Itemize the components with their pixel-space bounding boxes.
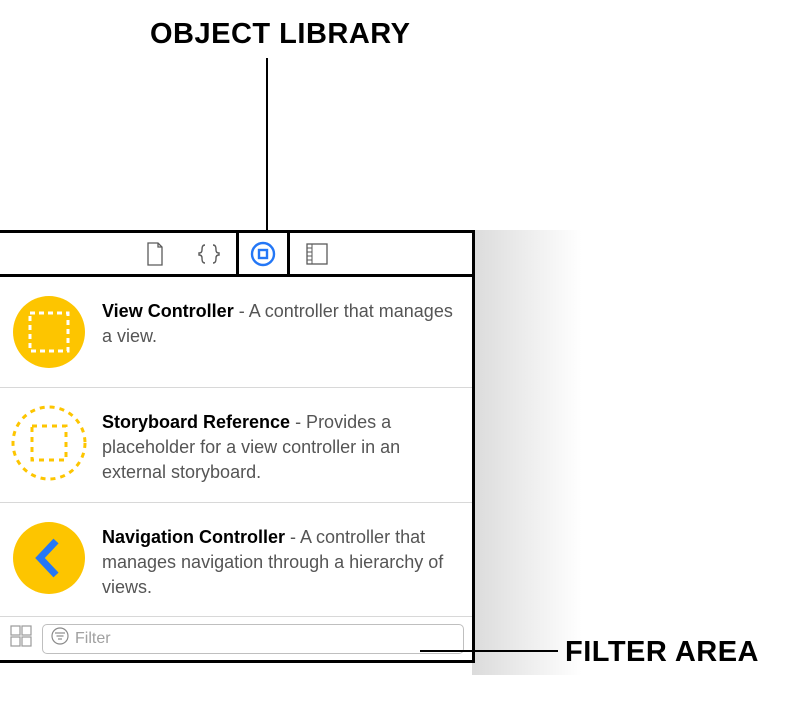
- list-item[interactable]: Storyboard Reference - Provides a placeh…: [0, 388, 472, 503]
- object-library-panel: View Controller - A controller that mana…: [0, 230, 475, 663]
- annotation-object-library: OBJECT LIBRARY: [150, 18, 411, 51]
- tab-object-library[interactable]: [236, 233, 290, 274]
- navigation-controller-icon: [10, 519, 88, 597]
- list-item-text: Navigation Controller - A controller tha…: [102, 519, 458, 601]
- filter-field-wrap: [42, 624, 464, 654]
- list-item[interactable]: View Controller - A controller that mana…: [0, 277, 472, 388]
- tab-file-template[interactable]: [128, 233, 182, 274]
- list-item-text: View Controller - A controller that mana…: [102, 293, 458, 349]
- annotation-line-right: [420, 650, 558, 652]
- tab-media-library[interactable]: [290, 233, 344, 274]
- filter-bar: [0, 616, 472, 660]
- grid-icon: [10, 625, 32, 652]
- item-title: Navigation Controller: [102, 527, 285, 547]
- annotation-line-top: [266, 58, 268, 230]
- view-controller-icon: [10, 293, 88, 371]
- list-item[interactable]: Navigation Controller - A controller tha…: [0, 503, 472, 617]
- item-title: View Controller: [102, 301, 234, 321]
- file-icon: [145, 242, 165, 266]
- item-title: Storyboard Reference: [102, 412, 290, 432]
- media-icon: [306, 243, 328, 265]
- object-library-icon: [250, 241, 276, 267]
- annotation-filter-area: FILTER AREA: [565, 636, 759, 669]
- library-tab-bar: [0, 233, 472, 277]
- grid-view-toggle[interactable]: [6, 624, 36, 654]
- braces-icon: [197, 243, 221, 265]
- tab-code-snippets[interactable]: [182, 233, 236, 274]
- object-list: View Controller - A controller that mana…: [0, 277, 472, 616]
- side-shadow: [472, 230, 582, 675]
- storyboard-reference-icon: [10, 404, 88, 482]
- list-item-text: Storyboard Reference - Provides a placeh…: [102, 404, 458, 486]
- filter-icon: [51, 627, 69, 650]
- filter-input[interactable]: [75, 630, 455, 648]
